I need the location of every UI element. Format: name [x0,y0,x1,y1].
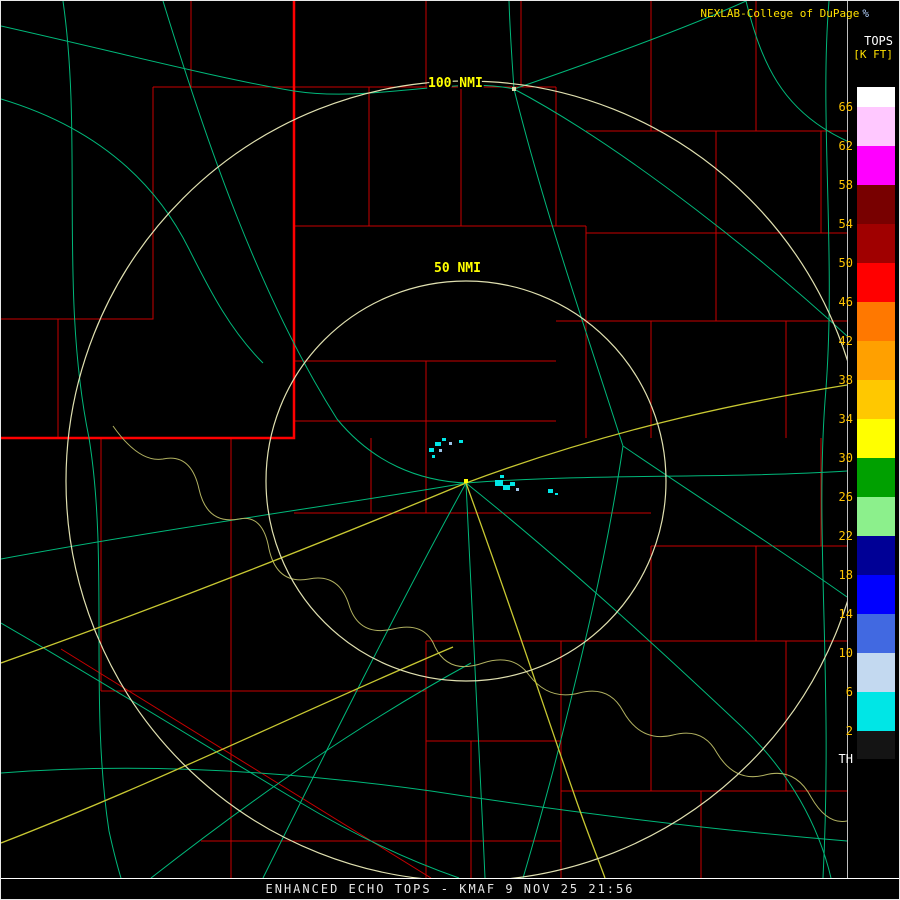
echo-cell [449,442,452,445]
colorbar-label: 46 [838,295,853,309]
echo-cell [459,440,463,443]
colorbar-label: 54 [838,217,853,231]
echo-cell [432,455,435,458]
brand-label: NEXLAB-College of DuPage [700,7,860,20]
footer-bar: ENHANCED ECHO TOPS - KMAF 9 NOV 25 21:56 [1,878,899,899]
colorbar-segment: 66 [833,87,895,114]
colorbar: 66 62 58 54 50 46 42 38 34 30 26 22 18 14 10 6 2 TH [833,87,895,766]
colorbar-swatch [857,107,895,146]
colorbar-label: 6 [845,685,853,699]
colorbar-label: 50 [838,256,853,270]
state-border [1,1,296,440]
colorbar-swatch [857,263,895,302]
echo-cell [439,449,442,452]
colorbar-label: 14 [838,607,853,621]
colorbar-swatch [857,380,895,419]
radar-map: 100 NMI 50 NMI [1,1,848,878]
ring-label-100nmi: 100 NMI [428,76,483,91]
colorbar-swatch [857,302,895,341]
echo-cell [429,448,434,452]
colorbar-label: 42 [838,334,853,348]
colorbar-label: 18 [838,568,853,582]
colorbar-swatch [857,341,895,380]
colorbar-swatch [857,497,895,536]
colorbar-label: 10 [838,646,853,660]
county-boundary-layer [1,1,847,878]
colorbar-swatch [857,419,895,458]
colorbar-swatch [857,653,895,692]
colorbar-label: TH [838,752,853,766]
echo-cell [442,438,446,441]
echo-cell [500,475,504,478]
colorbar-title: TOPS [864,34,893,48]
city-marker [512,87,516,91]
colorbar-swatch [857,692,895,731]
colorbar-label: 22 [838,529,853,543]
colorbar-swatch [857,224,895,263]
echo-cell [555,493,558,495]
colorbar-swatch [857,575,895,614]
cod-logo-icon: % [862,7,869,20]
colorbar-label: 38 [838,373,853,387]
colorbar-label: 34 [838,412,853,426]
range-ring-100nmi [65,80,847,878]
footer-text: ENHANCED ECHO TOPS - KMAF 9 NOV 25 21:56 [265,882,635,896]
ring-label-50nmi: 50 NMI [434,261,481,276]
colorbar-label: 2 [845,724,853,738]
colorbar-swatch [857,185,895,224]
range-ring-layer [65,80,847,878]
colorbar-swatch [857,731,895,759]
echo-cell [495,480,503,486]
road-layer [1,1,847,878]
echo-cell [503,485,510,490]
colorbar-swatch [857,536,895,575]
colorbar-swatch [857,614,895,653]
colorbar-label: 30 [838,451,853,465]
colorbar-label: 62 [838,139,853,153]
echo-cell [548,489,553,493]
colorbar-swatch [857,458,895,497]
echo-cell [510,482,515,486]
colorbar-unit: [K FT] [853,48,893,61]
colorbar-swatch [857,146,895,185]
colorbar-label: 66 [838,100,853,114]
radar-display-frame: 100 NMI 50 NMI NEXLAB-College of DuPage%… [0,0,900,900]
echo-cell [516,488,519,491]
colorbar-swatch [857,87,895,107]
colorbar-label: 26 [838,490,853,504]
brand-text: NEXLAB-College of DuPage% [700,7,869,20]
colorbar-label: 58 [838,178,853,192]
colorbar-header: TOPS [K FT] [853,34,893,62]
echo-cell [435,442,441,446]
radar-site-marker [464,479,468,483]
